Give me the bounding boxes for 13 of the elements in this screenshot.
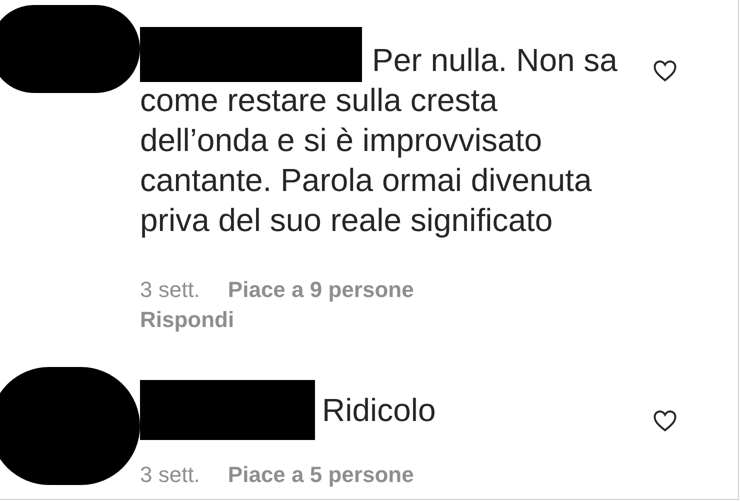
comment-text: dell’onda e si è improvvisato bbox=[140, 121, 542, 160]
comment-text: Ridicolo bbox=[322, 391, 436, 430]
comment-time: 3 sett. bbox=[140, 461, 200, 489]
likes-link[interactable]: Piace a 5 persone bbox=[228, 460, 414, 490]
heart-icon[interactable] bbox=[651, 408, 679, 434]
comment-time: 3 sett. bbox=[140, 276, 200, 304]
comment-text: priva del suo reale significato bbox=[140, 201, 553, 240]
comment-text: come restare sulla cresta bbox=[140, 81, 498, 120]
likes-link[interactable]: Piace a 9 persone bbox=[228, 275, 414, 305]
heart-icon[interactable] bbox=[651, 58, 679, 84]
reply-link[interactable]: Rispondi bbox=[140, 305, 234, 335]
comment-text: cantante. Parola ormai divenuta bbox=[140, 161, 592, 200]
comment-text: Per nulla. Non sa bbox=[372, 41, 618, 80]
